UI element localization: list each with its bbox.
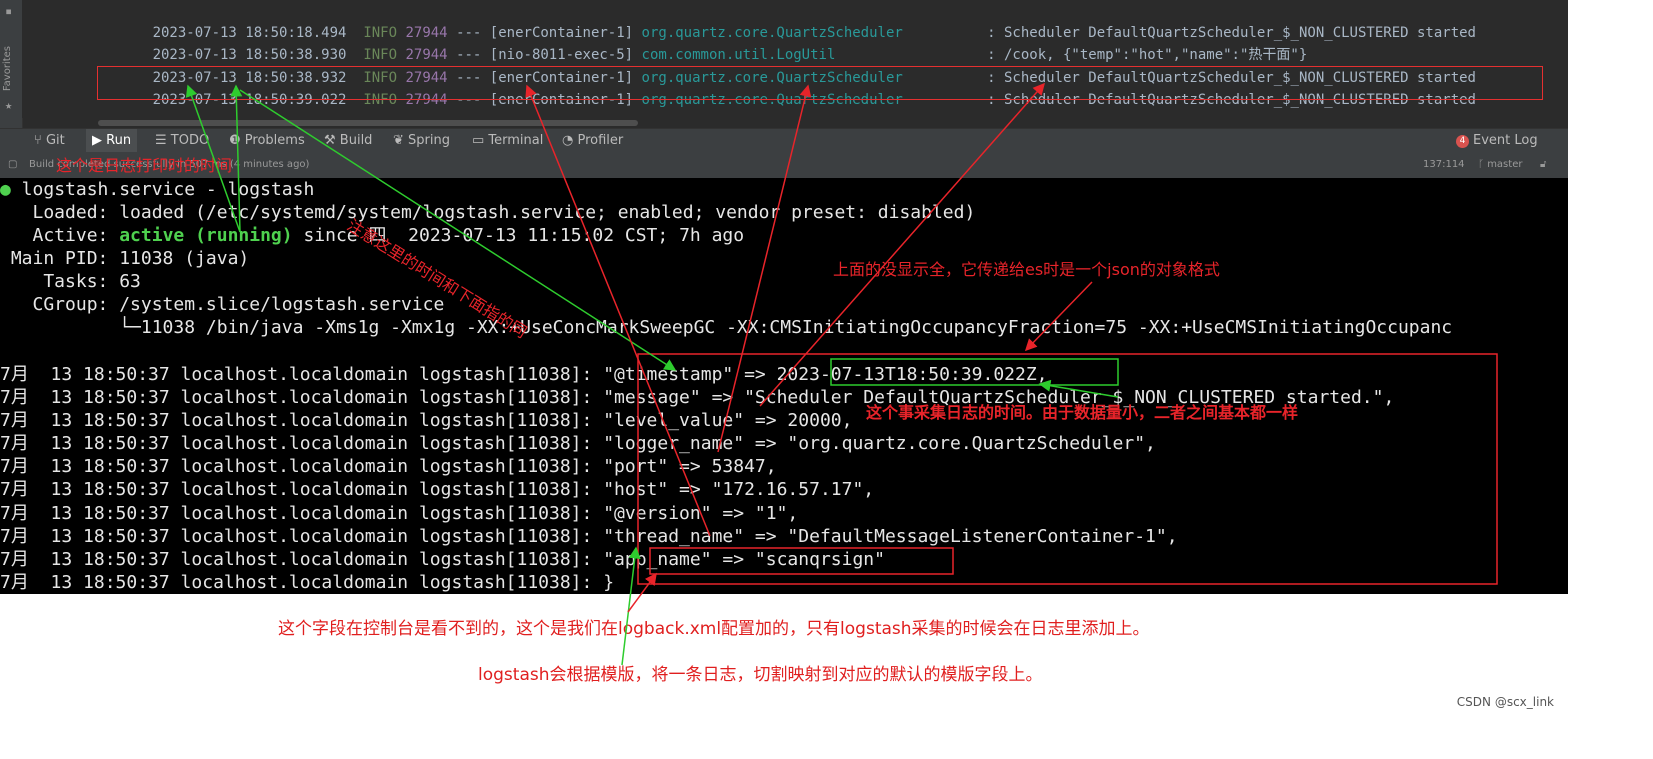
build-icon: ⚒ xyxy=(324,133,340,148)
event-log-button[interactable]: 4 Event Log xyxy=(1456,129,1538,153)
logstash-field-line: 7月 13 18:50:37 localhost.localdomain log… xyxy=(0,572,615,593)
horizontal-scrollbar[interactable] xyxy=(98,120,638,126)
logstash-field-line: 7月 13 18:50:37 localhost.localdomain log… xyxy=(0,479,875,500)
profiler-icon: ◔ xyxy=(562,133,578,148)
terminal-icon: ▭ xyxy=(472,133,489,148)
git-icon: ⑂ xyxy=(34,133,46,148)
logstash-field-line: 7月 13 18:50:37 localhost.localdomain log… xyxy=(0,526,1178,547)
lock-icon[interactable]: 🔓︎ xyxy=(1540,152,1546,178)
loaded-line: Loaded: loaded (/etc/systemd/system/logs… xyxy=(0,202,976,223)
annotation-not-fully-shown: 上面的没显示全，它传递给es时是一个json的对象格式 xyxy=(833,260,1220,279)
event-count-badge: 4 xyxy=(1456,135,1469,148)
cgroup-process-line: └─11038 /bin/java -Xms1g -Xmx1g -XX:+Use… xyxy=(0,317,1453,338)
main-pid-line: Main PID: 11038 (java) xyxy=(0,248,250,269)
logstash-field-line: 7月 13 18:50:37 localhost.localdomain log… xyxy=(0,456,777,477)
notes-area: 这个字段在控制台是看不到的，这个是我们在logback.xml配置加的，只有lo… xyxy=(0,594,1568,713)
star-icon[interactable]: ★ xyxy=(5,98,12,112)
logstash-field-line: 7月 13 18:50:37 localhost.localdomain log… xyxy=(0,364,1048,385)
logstash-field-line: 7月 13 18:50:37 localhost.localdomain log… xyxy=(0,503,799,524)
log-line: 2023-07-13 18:50:18.494 INFO 27944 --- [… xyxy=(102,0,1476,41)
tab-problems[interactable]: ❶ Problems xyxy=(229,129,305,153)
active-state: active (running) xyxy=(119,225,293,246)
favorites-tab[interactable]: Favorites xyxy=(2,46,13,91)
logstash-field-line: 7月 13 18:50:37 localhost.localdomain log… xyxy=(0,433,1156,454)
tab-run[interactable]: ▶ Run xyxy=(86,129,138,153)
logstash-field-line: 7月 13 18:50:37 localhost.localdomain log… xyxy=(0,549,885,570)
run-console-output[interactable]: 2023-07-13 18:50:18.494 INFO 27944 --- [… xyxy=(22,0,1568,118)
problems-icon: ❶ xyxy=(229,133,245,148)
tab-spring[interactable]: ❦ Spring xyxy=(393,129,450,153)
service-title-line: ● logstash.service - logstash xyxy=(0,179,315,200)
log-line: 2023-07-13 18:50:38.930 INFO 27944 --- [… xyxy=(102,22,1308,63)
watermark: CSDN @scx_link xyxy=(1456,695,1554,709)
status-window-icon[interactable]: ▢ xyxy=(8,152,17,178)
tab-git[interactable]: ⑂ Git xyxy=(34,129,65,153)
structure-icon[interactable]: ▪ xyxy=(5,4,12,18)
status-bullet-icon: ● xyxy=(0,179,11,200)
git-branch-widget[interactable]: ᚴ master xyxy=(1478,152,1522,178)
left-tool-strip: ▪ Favorites ★ xyxy=(0,0,23,128)
tab-terminal[interactable]: ▭ Terminal xyxy=(472,129,543,153)
cgroup-line: CGroup: /system.slice/logstash.service xyxy=(0,294,445,315)
highlighted-log-line-box xyxy=(97,66,1543,100)
run-icon: ▶ xyxy=(92,133,107,148)
tab-profiler[interactable]: ◔ Profiler xyxy=(562,129,623,153)
tab-todo[interactable]: ☰ TODO xyxy=(155,129,209,153)
caret-position[interactable]: 137:114 xyxy=(1423,152,1465,178)
note-field-invisible: 这个字段在控制台是看不到的，这个是我们在logback.xml配置加的，只有lo… xyxy=(278,619,1150,639)
tool-window-tabs: ⑂ Git ▶ Run ☰ TODO ❶ Problems ⚒ Build ❦ … xyxy=(0,128,1568,153)
ide-window: ▪ Favorites ★ 2023-07-13 18:50:18.494 IN… xyxy=(0,0,1568,178)
annotation-print-time: 这个是日志打印时的时间 xyxy=(56,156,233,175)
terminal-output: ● logstash.service - logstash Loaded: lo… xyxy=(0,178,1568,594)
branch-icon: ᚴ xyxy=(1478,159,1488,170)
log-line: 2023-07-13 18:50:38.932 INFO 27944 --- [… xyxy=(102,45,1476,86)
note-template: logstash会根据模版，将一条日志，切割映射到对应的默认的模版字段上。 xyxy=(478,665,1043,685)
logstash-field-line: 7月 13 18:50:37 localhost.localdomain log… xyxy=(0,410,853,431)
annotation-collect-time: 这个事采集日志的时间。由于数据量小，二者之间基本都一样 xyxy=(866,403,1299,422)
tasks-line: Tasks: 63 xyxy=(0,271,141,292)
todo-icon: ☰ xyxy=(155,133,171,148)
status-bar: ▢ Build completed successfully in 507 ms… xyxy=(0,152,1568,178)
spring-icon: ❦ xyxy=(393,133,409,148)
tab-build[interactable]: ⚒ Build xyxy=(324,129,372,153)
